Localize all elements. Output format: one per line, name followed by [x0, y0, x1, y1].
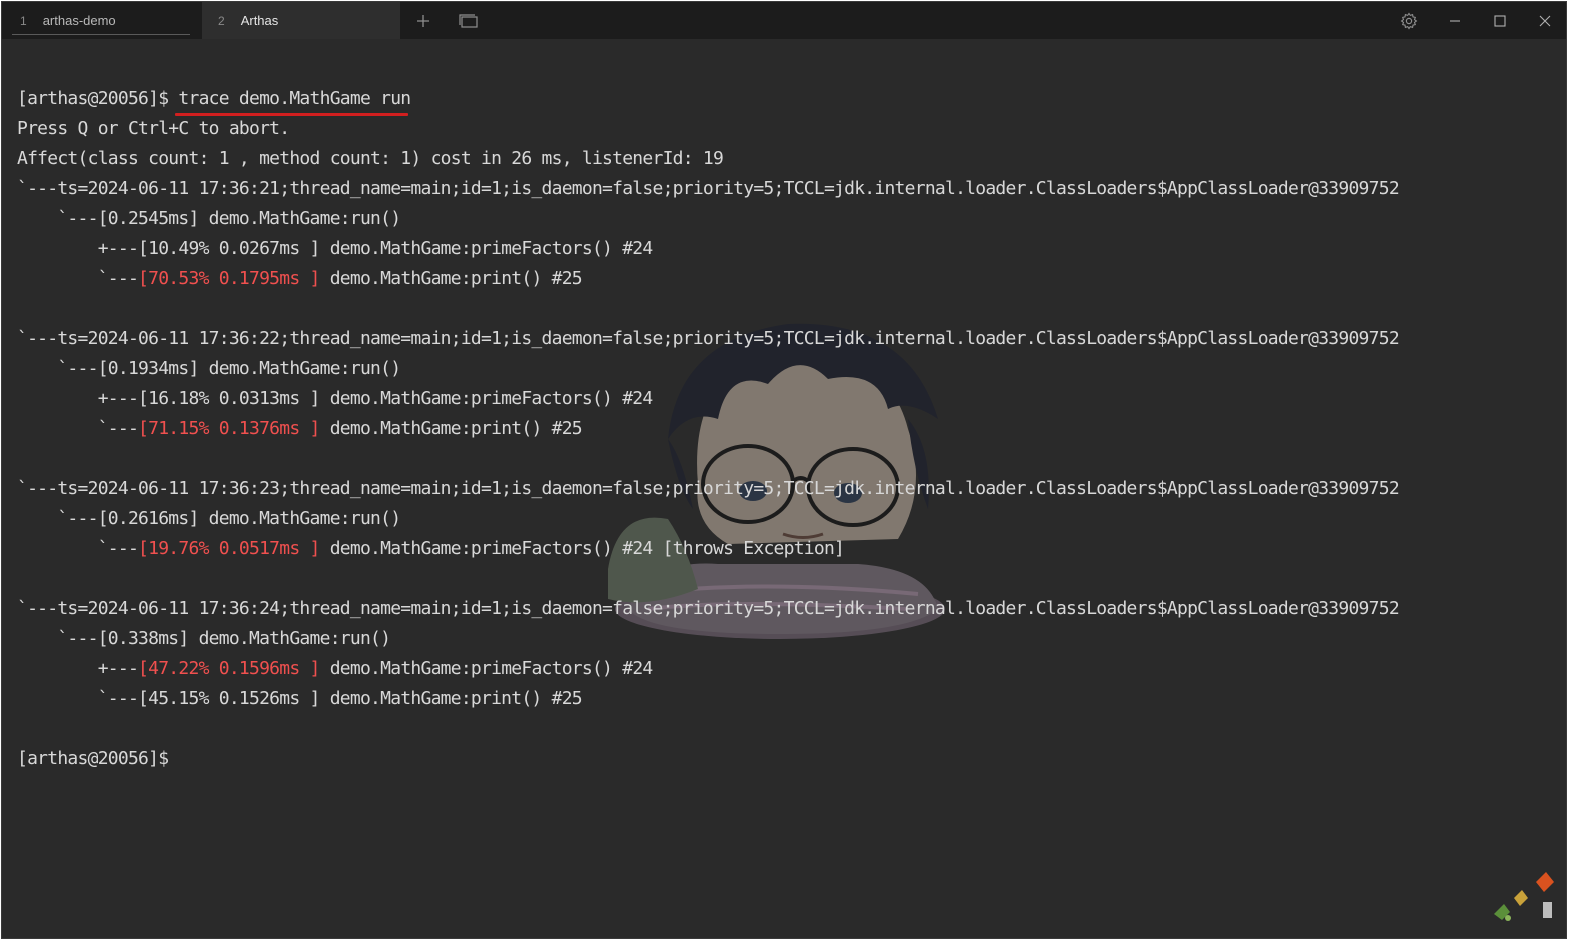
hot-cost: [47.22% 0.1596ms ]	[138, 658, 320, 679]
trace-child-line: +---[16.18% 0.0313ms ] demo.MathGame:pri…	[17, 388, 654, 409]
entered-command: trace demo.MathGame run	[178, 88, 411, 109]
trace-child-line: +---[10.49% 0.0267ms ] demo.MathGame:pri…	[17, 238, 654, 259]
tree-branch: `---	[17, 418, 139, 439]
trace-header-line: `---ts=2024-06-11 17:36:21;thread_name=m…	[17, 178, 1400, 199]
trace-root-line: `---[0.2616ms] demo.MathGame:run()	[17, 508, 401, 529]
corner-decoration-icon	[1494, 872, 1554, 921]
minimize-button[interactable]	[1438, 2, 1472, 39]
trace-child-line: `---[45.15% 0.1526ms ] demo.MathGame:pri…	[17, 688, 583, 709]
tree-branch: +---	[17, 658, 139, 679]
hot-cost: [71.15% 0.1376ms ]	[138, 418, 320, 439]
tab-number: 2	[218, 13, 225, 28]
tree-branch: `---	[17, 268, 139, 289]
settings-button[interactable]	[1396, 2, 1422, 39]
method-call: demo.MathGame:print() #25	[319, 268, 583, 289]
terminal-window: 1 arthas-demo 2 Arthas [arthas@20056]$ t…	[1, 1, 1567, 939]
hot-cost: [70.53% 0.1795ms ]	[138, 268, 320, 289]
tab-arthas-demo[interactable]: 1 arthas-demo	[12, 2, 190, 39]
trace-root-line: `---[0.1934ms] demo.MathGame:run()	[17, 358, 401, 379]
trace-root-line: `---[0.338ms] demo.MathGame:run()	[17, 628, 391, 649]
tab-title: arthas-demo	[42, 13, 116, 28]
prompt-line: [arthas@20056]$ trace demo.MathGame run	[17, 84, 411, 114]
tree-branch: `---	[17, 538, 139, 559]
method-call: demo.MathGame:primeFactors() #24	[319, 658, 654, 679]
trace-root-line: `---[0.2545ms] demo.MathGame:run()	[17, 208, 401, 229]
scrollbar-thumb[interactable]	[1543, 902, 1552, 918]
trace-header-line: `---ts=2024-06-11 17:36:23;thread_name=m…	[17, 478, 1400, 499]
trace-header-line: `---ts=2024-06-11 17:36:22;thread_name=m…	[17, 328, 1400, 349]
trace-child-line: `---[70.53% 0.1795ms ] demo.MathGame:pri…	[17, 264, 583, 294]
affect-line: Affect(class count: 1 , method count: 1)…	[17, 148, 724, 169]
method-call: demo.MathGame:print() #25	[319, 418, 583, 439]
tab-switcher-button[interactable]	[456, 2, 482, 39]
close-icon	[1539, 15, 1551, 26]
gear-icon	[1400, 12, 1418, 29]
tab-title: Arthas	[240, 13, 279, 28]
trace-child-line: +---[47.22% 0.1596ms ] demo.MathGame:pri…	[17, 654, 654, 684]
shell-prompt: [arthas@20056]$	[17, 88, 179, 109]
tab-switcher-icon	[459, 13, 478, 28]
hot-cost: [19.76% 0.0517ms ]	[138, 538, 320, 559]
trace-child-line: `---[71.15% 0.1376ms ] demo.MathGame:pri…	[17, 414, 583, 444]
abort-hint-line: Press Q or Ctrl+C to abort.	[17, 118, 290, 139]
method-call: demo.MathGame:primeFactors() #24 [throws…	[319, 538, 845, 559]
minimize-icon	[1450, 19, 1460, 22]
plus-icon	[417, 14, 429, 27]
tab-number: 1	[20, 13, 27, 28]
new-tab-button[interactable]	[410, 2, 436, 39]
title-bar: 1 arthas-demo 2 Arthas	[2, 2, 1566, 39]
terminal-output[interactable]: [arthas@20056]$ trace demo.MathGame run …	[2, 39, 1566, 938]
final-prompt-line: [arthas@20056]$	[17, 748, 169, 769]
tab-arthas[interactable]: 2 Arthas	[202, 2, 400, 39]
maximize-button[interactable]	[1483, 2, 1517, 39]
close-button[interactable]	[1528, 2, 1562, 39]
trace-child-line: `---[19.76% 0.0517ms ] demo.MathGame:pri…	[17, 534, 845, 564]
maximize-icon	[1494, 14, 1506, 27]
trace-header-line: `---ts=2024-06-11 17:36:24;thread_name=m…	[17, 598, 1400, 619]
